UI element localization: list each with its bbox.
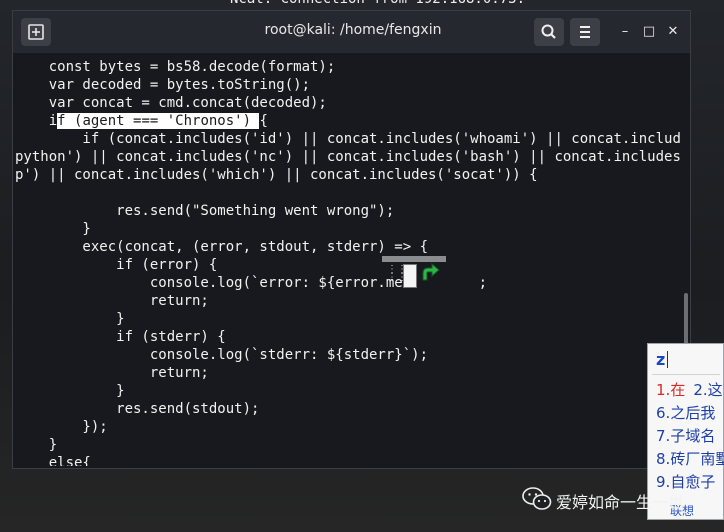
ime-candidate-text: 子域名 [670,427,716,445]
terminal-text: if (stderr) { [15,329,226,345]
terminal-text: { [259,113,268,129]
terminal-line: python') || concat.includes('nc') || con… [15,148,681,166]
ime-input-text: z [656,350,666,369]
terminal-output[interactable]: const bytes = bs58.decode(format); var d… [15,54,681,466]
terminal-text: console.log(`stderr: ${stderr}`); [15,347,429,363]
terminal-text: exec(concat, (error, stdout, stderr) => … [15,239,429,255]
minimize-button[interactable]: – [616,23,634,41]
terminal-text: res.send("Something went wrong"); [15,203,395,219]
ime-candidate-number: 8. [656,450,671,468]
selected-text: f (agent === 'Chronos') [57,113,260,129]
background-terminal-line: Ncat: Connection from 192.168.0.73. [230,0,525,8]
terminal-line: else{ [15,454,91,466]
floating-toolbar-widget[interactable]: ⋮⋮ ⋮⋮ [382,256,446,288]
terminal-text: i [15,113,58,129]
green-arrow-icon[interactable] [419,262,441,284]
terminal-text: if (concat.includes('id') || concat.incl… [15,131,681,147]
ime-divider [652,374,720,375]
terminal-text: var decoded = bytes.toString(); [15,77,311,93]
terminal-line: } [15,436,57,454]
terminal-line: console.log(`stderr: ${stderr}`); [15,346,428,364]
ime-candidate[interactable]: 8.砖厂南墅 [656,449,724,469]
terminal-line: } [15,382,125,400]
terminal-text: return; [15,365,209,381]
ime-candidate-text: 在 [670,381,686,399]
new-tab-icon [28,24,44,40]
terminal-line: if (stderr) { [15,328,226,346]
watermark-text: 爱婷如命一生一世 [556,493,685,512]
terminal-text: else{ [15,455,91,466]
ime-candidate[interactable]: 1.在 2.这 [656,380,723,400]
wechat-icon [522,487,552,510]
terminal-text: return; [15,293,209,309]
terminal-text: var concat = cmd.concat(decoded); [15,95,327,111]
terminal-text: } [15,383,125,399]
terminal-text: } [15,437,58,453]
widget-white-panel [403,264,417,288]
search-button[interactable] [534,18,564,46]
ime-candidate-number: 1. [656,381,671,399]
maximize-button[interactable]: □ [640,23,658,41]
close-button[interactable]: ✕ [664,23,682,41]
terminal-line: const bytes = bs58.decode(format); [15,58,336,76]
ime-candidate[interactable]: 7.子域名 [656,426,715,446]
terminal-line: } [15,310,125,328]
terminal-line: exec(concat, (error, stdout, stderr) => … [15,238,428,256]
terminal-line: if (concat.includes('id') || concat.incl… [15,130,681,148]
terminal-text: p') || concat.includes('which') || conca… [15,167,538,183]
terminal-window[interactable]: root@kali: /home/fengxin – □ ✕ const byt… [12,10,691,469]
terminal-line: res.send("Something went wrong"); [15,202,394,220]
terminal-line: var decoded = bytes.toString(); [15,76,310,94]
ime-candidate-text: 之后我 [670,404,716,422]
terminal-text: const bytes = bs58.decode(format); [15,59,336,75]
hamburger-menu-icon [580,26,590,38]
terminal-text: } [15,221,91,237]
ime-candidate-number: 6. [656,404,671,422]
terminal-text: console.log(`error: ${error.me [15,275,403,291]
terminal-text: } [15,311,125,327]
ime-candidate-extra: 2.这 [693,381,723,399]
terminal-text: res.send(stdout); [15,401,260,417]
ime-caret [667,351,668,368]
terminal-line: } [15,220,91,238]
new-tab-button[interactable] [21,18,51,46]
ime-candidate-text: 砖厂南墅 [670,450,724,468]
terminal-line: if (agent === 'Chronos') { [15,112,268,130]
title-bar[interactable]: root@kali: /home/fengxin – □ ✕ [13,11,690,53]
terminal-line: return; [15,292,209,310]
search-icon [541,24,556,39]
terminal-text: }); [15,419,108,435]
ime-candidate-number: 7. [656,427,671,445]
grip-icon: ⋮⋮ ⋮⋮ [387,264,407,283]
terminal-text: python') || concat.includes('nc') || con… [15,149,681,165]
window-title: root@kali: /home/fengxin [264,22,442,38]
terminal-line: if (error) { [15,256,217,274]
menu-button[interactable] [570,18,600,46]
terminal-text: if (error) { [15,257,218,273]
ime-candidate[interactable]: 6.之后我 [656,403,715,423]
terminal-line: res.send(stdout); [15,400,259,418]
terminal-line: return; [15,364,209,382]
desktop: Ncat: Connection from 192.168.0.73. root… [0,0,724,532]
terminal-line: p') || concat.includes('which') || conca… [15,166,538,184]
terminal-line: var concat = cmd.concat(decoded); [15,94,327,112]
terminal-line: }); [15,418,108,436]
